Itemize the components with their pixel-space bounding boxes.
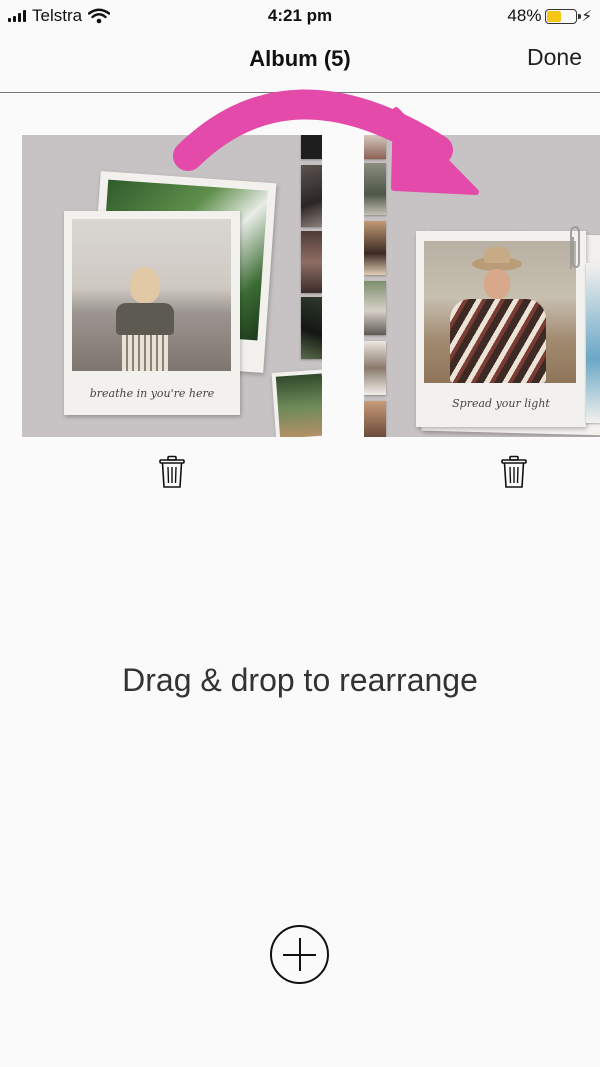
status-bar: Telstra 4:21 pm 48% ⚡: [0, 0, 600, 32]
beach-photo: [72, 219, 231, 371]
paperclip-icon: [570, 226, 580, 269]
page-title: Album (5): [249, 46, 351, 71]
status-right: 48% ⚡: [507, 6, 592, 26]
polaroid-small-photo: [271, 369, 322, 437]
trash-icon[interactable]: [501, 455, 527, 489]
done-button[interactable]: Done: [527, 44, 582, 71]
strip-photo: [586, 263, 600, 423]
charging-bolt-icon: ⚡: [581, 8, 592, 25]
battery-icon: [545, 8, 582, 24]
drag-arrow-icon: [173, 89, 479, 195]
battery-percent: 48%: [507, 6, 542, 25]
rearrange-hint: Drag & drop to rearrange: [122, 662, 478, 698]
polaroid-main-photo: Spread your light: [416, 231, 586, 427]
polaroid-main-photo: breathe in you're here: [64, 211, 240, 415]
strip-photo: [301, 231, 322, 293]
strip-photo: [301, 297, 322, 359]
strip-photo: [364, 221, 386, 275]
page-2-caption: Spread your light: [452, 397, 550, 410]
strip-photo: [364, 281, 386, 335]
add-page-icon[interactable]: [270, 925, 329, 984]
trash-icon[interactable]: [159, 455, 185, 489]
strip-photo: [364, 341, 386, 395]
strip-photo: [364, 401, 386, 437]
portrait-photo: [424, 241, 576, 383]
page-1-caption: breathe in you're here: [89, 387, 215, 400]
